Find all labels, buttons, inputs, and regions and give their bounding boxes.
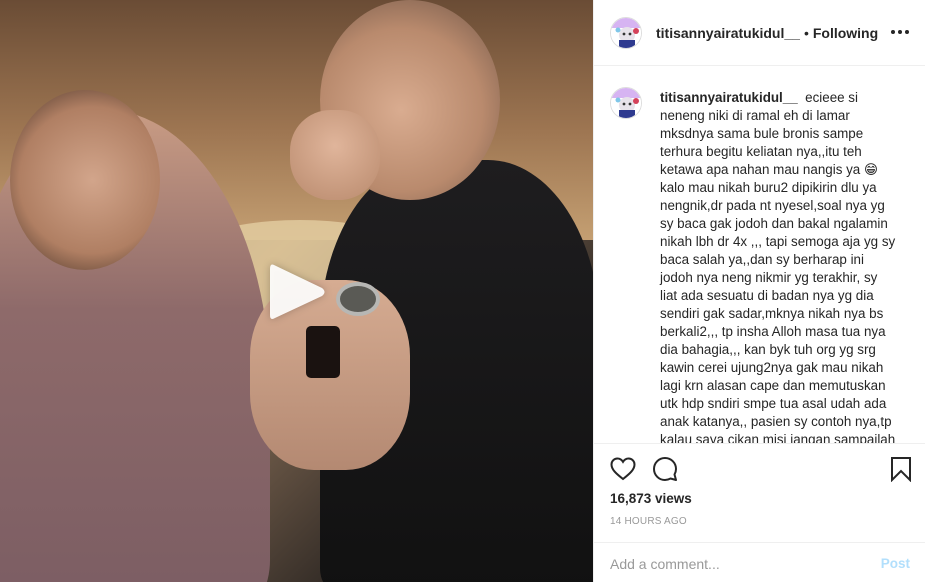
- comment-input[interactable]: [610, 555, 881, 572]
- like-button[interactable]: [610, 456, 636, 482]
- avatar-image: [611, 17, 641, 48]
- video-frame-watch: [336, 282, 380, 316]
- comment-bubble-icon: [653, 457, 677, 481]
- avatar-image: [611, 88, 641, 118]
- video-frame-man-head: [10, 90, 160, 270]
- following-button[interactable]: Following: [813, 25, 878, 41]
- bookmark-icon: [891, 457, 911, 482]
- avatar[interactable]: [610, 16, 642, 49]
- heart-icon: [610, 457, 636, 481]
- caption-body: ecieee si neneng niki di ramal eh di lam…: [660, 90, 896, 443]
- post-sidebar: titisannyairatukidul__ • Following titis…: [593, 0, 925, 582]
- view-count[interactable]: 16,873 views: [610, 491, 692, 506]
- post-header: titisannyairatukidul__ • Following: [594, 0, 925, 66]
- post-timestamp[interactable]: 14 HOURS AGO: [610, 516, 687, 527]
- more-horizontal-icon: [891, 30, 909, 34]
- caption-avatar[interactable]: [610, 87, 642, 119]
- video-frame-hand: [290, 110, 380, 200]
- separator-dot: •: [803, 24, 809, 41]
- post-comment-button[interactable]: Post: [881, 556, 910, 571]
- save-button[interactable]: [888, 456, 914, 482]
- caption-scroll-area[interactable]: titisannyairatukidul__ ecieee si neneng …: [594, 67, 925, 443]
- post-author-username[interactable]: titisannyairatukidul__: [656, 25, 800, 41]
- play-icon: [270, 264, 325, 319]
- caption-username[interactable]: titisannyairatukidul__: [660, 90, 798, 105]
- post-actions: 16,873 views 14 HOURS AGO Post: [594, 443, 925, 582]
- post-video[interactable]: [0, 0, 593, 582]
- comment-button[interactable]: [652, 456, 678, 482]
- comment-form: Post: [594, 542, 925, 582]
- video-frame-ring-box: [306, 326, 340, 378]
- caption-row: titisannyairatukidul__ ecieee si neneng …: [610, 87, 910, 443]
- caption-text: titisannyairatukidul__ ecieee si neneng …: [660, 89, 898, 443]
- play-button[interactable]: [264, 259, 330, 325]
- action-icons: [610, 456, 678, 482]
- more-options-button[interactable]: [888, 20, 912, 44]
